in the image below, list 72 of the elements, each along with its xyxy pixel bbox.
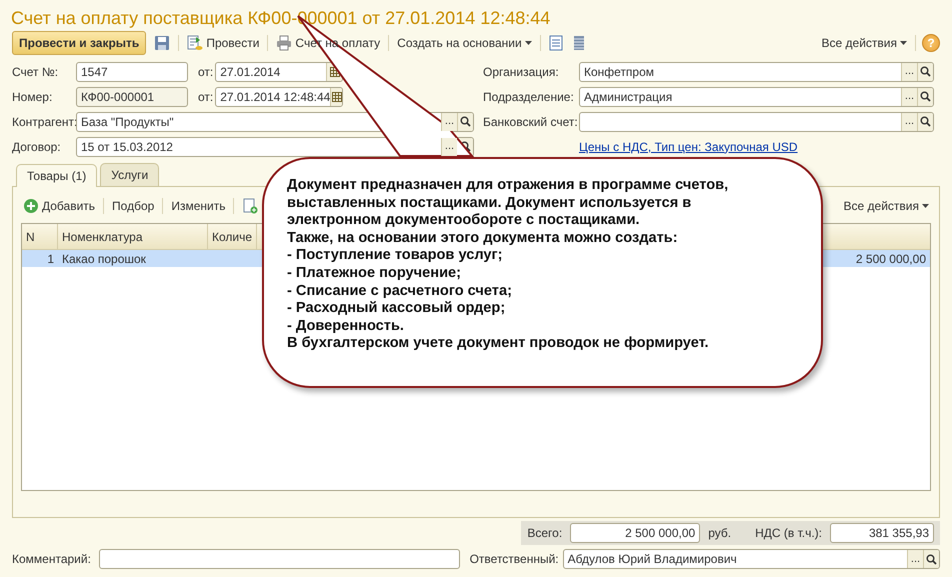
- column-header[interactable]: Количе: [208, 224, 258, 249]
- callout-text: электронном документообороте с постащиками.: [287, 212, 641, 230]
- post-and-close-button[interactable]: Провести и закрыть: [12, 31, 146, 55]
- caret-icon: [922, 204, 929, 208]
- currency-label: руб.: [708, 525, 732, 542]
- calendar-button[interactable]: [330, 88, 342, 106]
- search-button[interactable]: [457, 112, 473, 130]
- date-field[interactable]: 27.01.2014: [215, 62, 344, 82]
- document-coins-icon: [187, 35, 204, 51]
- printer-icon: [276, 35, 292, 51]
- all-actions-menu[interactable]: Все действия: [820, 34, 909, 52]
- tab[interactable]: Услуги: [100, 163, 160, 186]
- add-button[interactable]: Добавить: [21, 197, 98, 215]
- field-label: Банковский счет:: [483, 114, 579, 130]
- caret-icon: [900, 41, 907, 45]
- field-label: Подразделение:: [483, 88, 575, 106]
- callout-text: выставленных постащиками. Документ используется в: [287, 194, 692, 212]
- create-based-on-menu[interactable]: Создать на основании: [395, 34, 534, 52]
- callout-text: - Списание с расчетного счета;: [287, 282, 513, 300]
- ellipsis-button[interactable]: ...: [441, 112, 457, 130]
- ellipsis-button[interactable]: ...: [907, 550, 923, 568]
- comment-label: Комментарий:: [12, 551, 91, 568]
- text-field[interactable]: КФ00-000001: [76, 86, 188, 106]
- table-cell: Какао порошок: [62, 252, 146, 266]
- column-header[interactable]: Номенклатура: [58, 224, 208, 249]
- date-field[interactable]: 27.01.2014 12:48:44: [215, 86, 344, 106]
- column-header[interactable]: N: [22, 224, 58, 249]
- all-actions-menu[interactable]: Все действия: [842, 197, 931, 215]
- field-label: Номер:: [12, 88, 54, 106]
- field-label: Контрагент:: [12, 114, 76, 130]
- search-button[interactable]: [917, 112, 933, 130]
- field-label: от:: [198, 88, 214, 106]
- callout-text: - Поступление товаров услуг;: [287, 247, 504, 265]
- ellipsis-button[interactable]: ...: [901, 88, 917, 106]
- search-button[interactable]: [923, 550, 939, 568]
- field-label: от:: [198, 64, 214, 80]
- callout-text: - Доверенность.: [287, 318, 405, 336]
- search-button[interactable]: [917, 88, 933, 106]
- table-cell: 2 500 000,00: [856, 252, 926, 266]
- post-button[interactable]: Провести: [185, 34, 262, 52]
- toolbar-button[interactable]: Изменить: [169, 197, 228, 215]
- responsible-label: Ответственный:: [470, 551, 559, 568]
- search-button[interactable]: [917, 62, 933, 80]
- text-field[interactable]: 1547: [76, 62, 188, 82]
- callout-text: - Платежное поручение;: [287, 264, 462, 283]
- ellipsis-button[interactable]: ...: [901, 112, 917, 130]
- prices-link[interactable]: Цены с НДС, Тип цен: Закупочная USD: [579, 138, 798, 156]
- text-field[interactable]: Конфетпром ...: [579, 62, 934, 82]
- ellipsis-button[interactable]: ...: [901, 62, 917, 80]
- total-field: 2 500 000,00: [570, 523, 700, 543]
- totals-label: Всего:: [527, 525, 562, 542]
- text-field[interactable]: ...: [579, 112, 934, 132]
- responsible-field[interactable]: Абдулов Юрий Владимирович ...: [562, 549, 940, 569]
- field-label: Договор:: [12, 138, 62, 156]
- callout-text: Также, на основании этого документа можно создать:: [287, 230, 679, 248]
- document-button[interactable]: [546, 35, 565, 51]
- field-label: Счет №:: [12, 64, 60, 80]
- table-cell: 1: [47, 252, 54, 266]
- vat-label: НДС (в т.ч.):: [755, 525, 822, 542]
- ellipsis-button[interactable]: ...: [441, 138, 457, 156]
- field-label: Организация:: [483, 64, 560, 80]
- callout-text: В бухгалтерском учете документ проводок не формирует.: [287, 335, 710, 353]
- callout-text: - Расходный кассовый ордер;: [287, 300, 506, 318]
- comment-field[interactable]: [98, 549, 460, 569]
- caret-icon: [524, 41, 532, 45]
- toolbar-button[interactable]: Подбор: [110, 197, 156, 215]
- tab[interactable]: Товары (1): [16, 164, 98, 187]
- plus-icon: [23, 198, 39, 214]
- text-field[interactable]: Администрация ...: [579, 86, 934, 106]
- vat-field: 381 355,93: [830, 523, 934, 543]
- callout-text: Документ предназначен для отражения в программе счетов,: [287, 177, 730, 195]
- window-title: Счет на оплату поставщика КФ00-000001 от 27.01.2014 12:48:44: [10, 7, 552, 30]
